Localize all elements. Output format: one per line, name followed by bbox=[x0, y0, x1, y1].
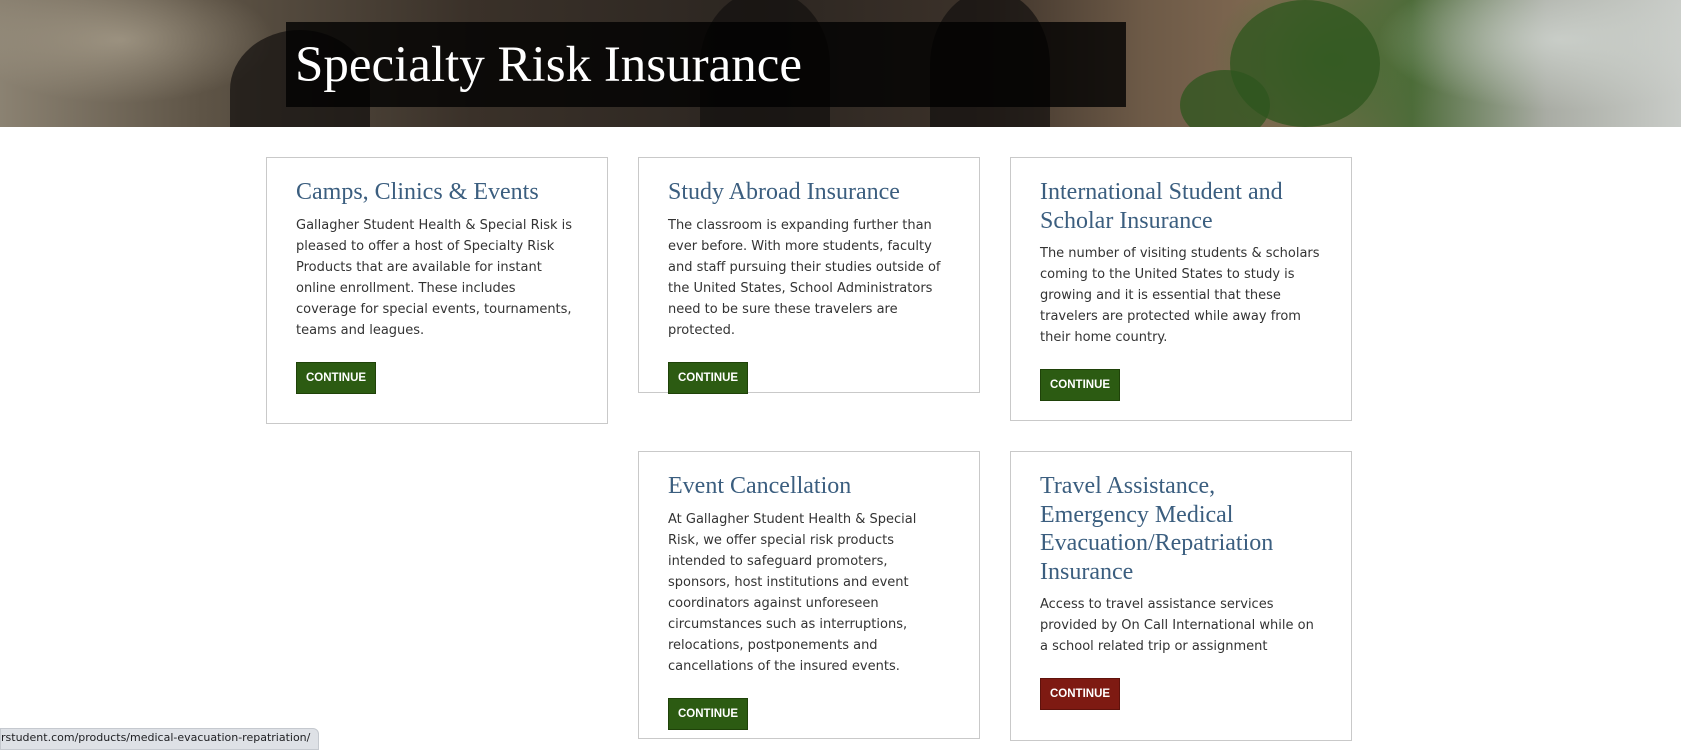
product-card-event-cancellation: Event Cancellation At Gallagher Student … bbox=[638, 451, 980, 739]
card-description: Access to travel assistance services pro… bbox=[1040, 597, 1314, 654]
browser-status-bar: rstudent.com/products/medical-evacuation… bbox=[0, 728, 320, 750]
continue-button[interactable]: CONTINUE bbox=[1040, 678, 1121, 710]
card-title: Travel Assistance, Emergency Medical Eva… bbox=[1040, 473, 1274, 585]
continue-button[interactable]: CONTINUE bbox=[296, 361, 377, 394]
card-title: Event Cancellation bbox=[668, 473, 852, 499]
continue-button[interactable]: CONTINUE bbox=[668, 361, 749, 394]
card-title: International Student and Scholar Insura… bbox=[1040, 179, 1283, 234]
product-card-international-student: International Student and Scholar Insura… bbox=[1010, 157, 1352, 421]
continue-button[interactable]: CONTINUE bbox=[668, 697, 749, 730]
continue-button[interactable]: CONTINUE bbox=[1040, 369, 1121, 401]
product-card-study-abroad: Study Abroad Insurance The classroom is … bbox=[638, 157, 980, 394]
product-card-camps: Camps, Clinics & Events Gallagher Studen… bbox=[266, 157, 608, 424]
hero-banner: Specialty Risk Insurance bbox=[0, 0, 1681, 127]
product-card-travel-assistance: Travel Assistance, Emergency Medical Eva… bbox=[1010, 451, 1352, 741]
card-description: At Gallagher Student Health & Special Ri… bbox=[668, 511, 917, 674]
card-description: The number of visiting students & schola… bbox=[1040, 246, 1320, 345]
card-title: Study Abroad Insurance bbox=[668, 179, 900, 205]
card-description: The classroom is expanding further than … bbox=[668, 217, 941, 338]
page-title: Specialty Risk Insurance bbox=[295, 37, 803, 93]
card-description: Gallagher Student Health & Special Risk … bbox=[296, 217, 573, 338]
card-title: Camps, Clinics & Events bbox=[296, 179, 539, 205]
